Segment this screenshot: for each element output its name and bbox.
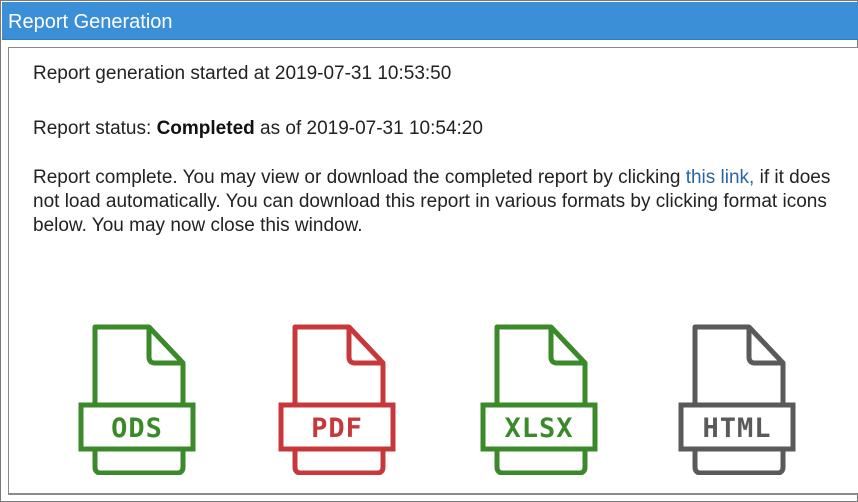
completion-text-1: Report complete. You may view or downloa… — [33, 167, 681, 188]
status-middle: as of — [254, 118, 307, 139]
download-html-button[interactable]: HTML — [677, 323, 797, 475]
started-time: 2019-07-31 10:53:50 — [274, 63, 452, 84]
status-time: 2019-07-31 10:54:20 — [306, 118, 483, 139]
started-line: Report generation started at 2019-07-31 … — [33, 62, 848, 86]
completion-message: Report complete. You may view or downloa… — [33, 166, 848, 238]
pdf-file-icon: PDF — [278, 324, 396, 475]
started-prefix: Report generation started at — [33, 63, 275, 84]
status-prefix: Report status: — [33, 118, 157, 139]
html-file-icon: HTML — [678, 324, 796, 475]
download-pdf-button[interactable]: PDF — [277, 323, 397, 475]
status-line: Report status: Completed as of 2019-07-3… — [33, 117, 848, 141]
title-bar[interactable]: Report Generation — [2, 2, 858, 40]
window-title: Report Generation — [8, 11, 173, 33]
xlsx-file-icon: XLSX — [480, 324, 598, 475]
download-xlsx-button[interactable]: XLSX — [479, 323, 599, 475]
pdf-label: PDF — [311, 413, 363, 444]
download-ods-button[interactable]: ODS — [77, 323, 197, 475]
report-link[interactable]: this link, — [686, 167, 755, 188]
xlsx-label: XLSX — [504, 413, 573, 444]
ods-file-icon: ODS — [78, 324, 196, 475]
status-value: Completed — [156, 118, 255, 139]
report-generation-window: Report Generation Report generation star… — [0, 0, 858, 502]
ods-label: ODS — [111, 413, 163, 444]
html-label: HTML — [702, 413, 771, 444]
